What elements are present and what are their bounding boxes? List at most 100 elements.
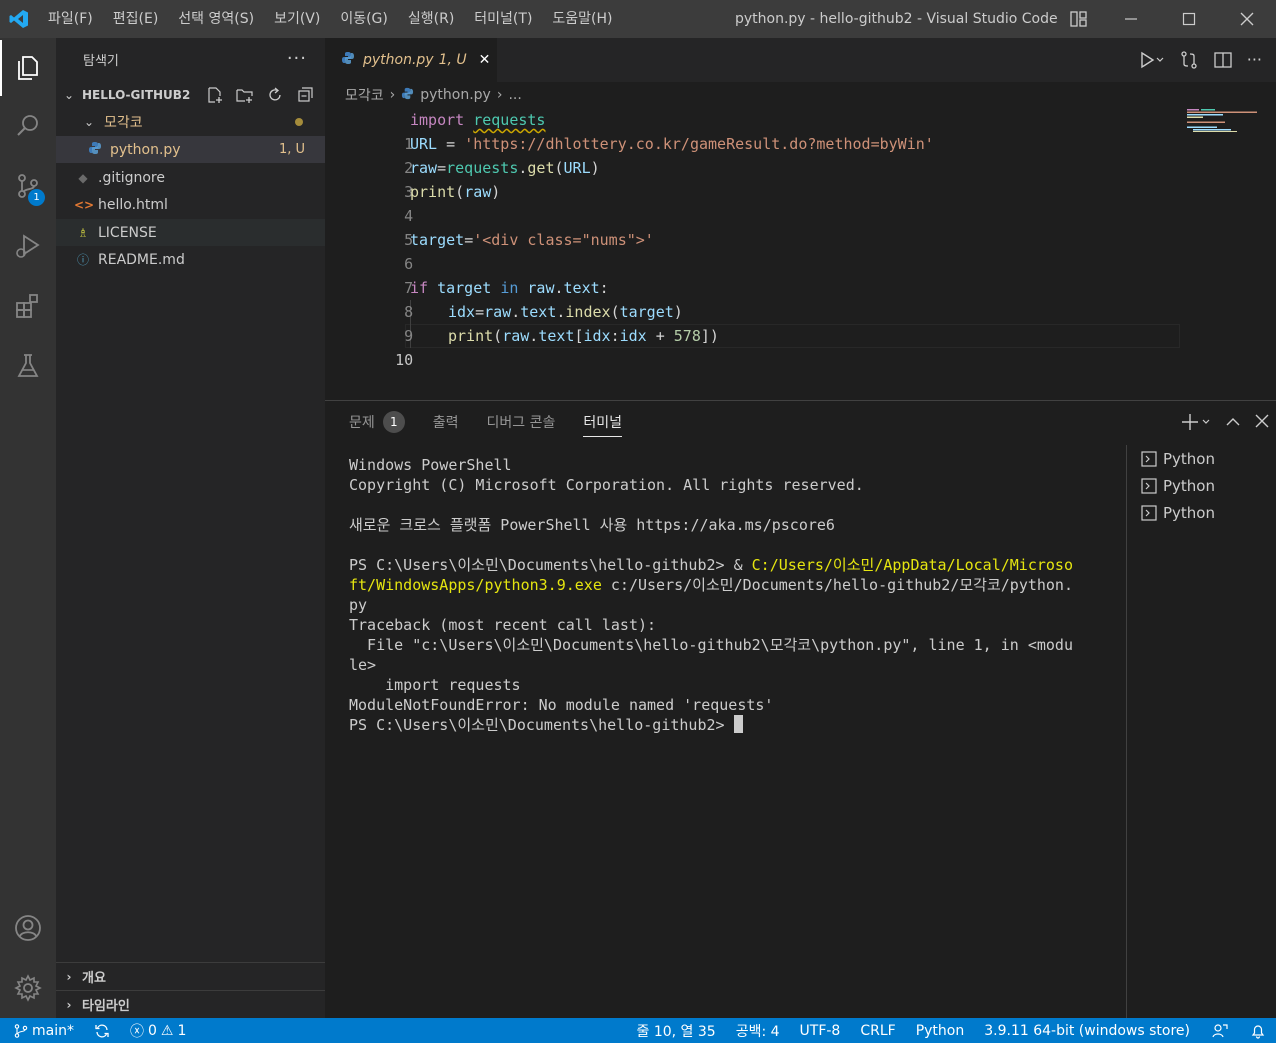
menu-file[interactable]: 파일(F) [38,0,103,38]
breadcrumb-folder[interactable]: 모각코 [345,85,384,105]
new-file-button[interactable] [203,85,227,105]
tree-file-gitignore[interactable]: ◆ .gitignore [56,164,325,191]
new-terminal-button[interactable] [1182,413,1212,435]
tree-file-readme[interactable]: ⓘ README.md [56,246,325,273]
maximize-panel-button[interactable] [1224,413,1242,435]
menu-run[interactable]: 실행(R) [398,0,464,38]
search-activity[interactable] [0,98,56,154]
menu-go[interactable]: 이동(G) [330,0,398,38]
editor-actions: ··· [1139,50,1262,74]
breadcrumb-file[interactable]: python.py [420,87,491,103]
window-title: python.py - hello-github2 - Visual Studi… [735,11,1058,27]
minimize-icon [1125,18,1137,20]
terminal-output[interactable]: Windows PowerShell Copyright (C) Microsof… [349,455,1109,735]
notifications-button[interactable] [1240,1018,1276,1043]
tree-folder-mogakko[interactable]: ⌄ 모각코 [56,108,325,135]
maximize-button[interactable] [1160,0,1218,38]
customize-layout-button[interactable] [1056,0,1102,38]
tab-debug-console[interactable]: 디버그 콘솔 [487,411,556,437]
minimize-button[interactable] [1102,0,1160,38]
timeline-section-header[interactable]: › 타임라인 [56,990,325,1018]
terminal-line: 새로운 크로스 플랫폼 PowerShell 사용 https://aka.ms… [349,516,835,534]
run-debug-activity[interactable] [0,218,56,274]
error-icon: ⓧ [129,1023,144,1040]
accounts-activity[interactable] [0,900,56,956]
terminal-instance[interactable]: Python [1127,472,1276,499]
open-changes-button[interactable] [1179,50,1199,74]
explorer-actions [203,85,317,105]
terminal-line: ft/WindowsApps/python3.9.exe c:/Users/이소… [349,576,1073,594]
maximize-icon [1182,12,1196,26]
explorer-more-button[interactable]: ··· [287,48,307,69]
warning-icon: ⚠ [160,1022,174,1039]
code-line: 4 print(raw) [325,180,1185,225]
editor-more-button[interactable]: ··· [1247,50,1262,74]
extensions-activity[interactable] [0,278,56,334]
python-file-icon [86,141,104,158]
split-editor-button[interactable] [1213,50,1233,74]
terminal-line: Traceback (most recent call last): [349,616,657,634]
menu-edit[interactable]: 편집(E) [103,0,169,38]
tree-file-license[interactable]: ♗ LICENSE [56,219,325,246]
code-line: 10 print(raw.text[idx:idx + 578]) [325,324,1185,369]
eol-status[interactable]: CRLF [850,1018,905,1043]
explorer-header: 탐색기 [83,53,119,69]
menu-help[interactable]: 도움말(H) [542,0,622,38]
explorer-activity[interactable] [0,40,56,96]
close-button[interactable] [1218,0,1276,38]
python-interpreter[interactable]: 3.9.11 64-bit (windows store) [974,1018,1200,1043]
workspace-section-header[interactable]: ⌄ HELLO-GITHUB2 [56,81,325,109]
chevron-down-icon: ⌄ [83,114,95,129]
terminal-line: Copyright (C) Microsoft Corporation. All… [349,476,864,494]
feedback-button[interactable] [1200,1018,1240,1043]
tab-problems[interactable]: 문제 1 [349,411,405,437]
code-line: 5 [325,204,1185,249]
language-mode[interactable]: Python [906,1018,975,1043]
source-control-activity[interactable]: 1 [0,158,56,214]
status-right: 줄 10, 열 35 공백: 4 UTF-8 CRLF Python 3.9.1… [626,1018,1276,1043]
menu-selection[interactable]: 선택 영역(S) [168,0,264,38]
sync-icon [95,1024,109,1037]
plus-icon [1182,414,1210,430]
branch-status[interactable]: main* [0,1018,82,1043]
minimap[interactable] [1187,108,1273,132]
tree-file-hello-html[interactable]: <> hello.html [56,191,325,218]
source-control-badge: 1 [28,189,45,206]
tab-output[interactable]: 출력 [433,411,459,437]
terminal-instance-list: Python Python Python [1126,445,1276,1019]
close-panel-button[interactable] [1254,413,1270,435]
tree-file-python-py[interactable]: python.py 1, U [56,136,325,163]
menu-view[interactable]: 보기(V) [264,0,330,38]
tree-item-label: README.md [98,251,185,268]
timeline-title: 타임라인 [82,999,130,1014]
terminal-instance-label: Python [1163,476,1215,495]
tab-python-py[interactable]: python.py 1, U ✕ [325,38,497,82]
split-editor-icon [1214,52,1232,68]
collapse-folders-button[interactable] [293,85,317,105]
encoding-status[interactable]: UTF-8 [790,1018,851,1043]
manage-activity[interactable] [0,960,56,1016]
terminal-instance[interactable]: Python [1127,445,1276,472]
indentation-status[interactable]: 공백: 4 [726,1018,790,1043]
tree-item-label: .gitignore [98,169,165,186]
terminal-instance[interactable]: Python [1127,499,1276,526]
problems-status[interactable]: ⓧ 0 ⚠ 1 [122,1018,194,1043]
refresh-explorer-button[interactable] [263,85,287,105]
tab-close-icon[interactable]: ✕ [479,52,491,68]
menu-terminal[interactable]: 터미널(T) [464,0,542,38]
tab-label: python.py [363,52,434,68]
new-folder-button[interactable] [233,85,257,105]
run-python-button[interactable] [1139,50,1165,74]
git-file-icon: ◆ [78,170,88,185]
code-editor[interactable]: 1 import requests 2 URL = 'https://dhlot… [325,108,1276,400]
outline-section-header[interactable]: › 개요 [56,962,325,990]
sync-button[interactable] [82,1018,122,1043]
breadcrumb-symbol[interactable]: ... [508,87,521,103]
workspace-title: HELLO-GITHUB2 [82,88,191,102]
cursor-position[interactable]: 줄 10, 열 35 [626,1018,725,1043]
testing-activity[interactable] [0,338,56,394]
tab-terminal[interactable]: 터미널 [583,411,623,437]
editor-tab-bar: python.py 1, U ✕ ··· [325,38,1276,82]
explorer-sidebar: 탐색기 ··· ⌄ HELLO-GITHUB2 ⌄ 모각코 python.py … [56,38,325,1018]
chevron-right-icon: › [496,87,503,103]
